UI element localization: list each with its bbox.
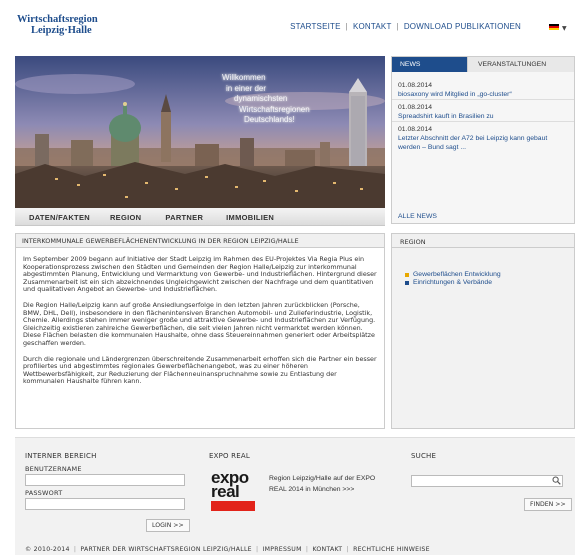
expo-real-logo[interactable]: expo real	[211, 469, 257, 517]
region-link-gewerbeflaechen[interactable]: Gewerbeflächen Entwicklung	[405, 271, 574, 279]
expo-heading: EXPO REAL	[209, 452, 250, 460]
news-tabs: NEWS VERANSTALTUNGEN	[392, 57, 574, 72]
hero-text-line: Wirtschaftsregionen	[239, 104, 310, 114]
hero-text-line: in einer der	[226, 83, 267, 93]
footer-bottom-bar: © 2010-2014 | PARTNER DER WIRTSCHAFTSREG…	[25, 546, 430, 553]
news-title[interactable]: Letzter Abschnitt der A72 bei Leipzig ka…	[398, 134, 568, 152]
site-logo[interactable]: Wirtschaftsregion Leipzig·Halle	[17, 14, 98, 36]
language-dropdown-caret-icon[interactable]: ▼	[562, 25, 567, 32]
tab-veranstaltungen[interactable]: VERANSTALTUNGEN	[467, 57, 574, 72]
bullet-square-icon	[405, 273, 409, 277]
news-date: 01.08.2014	[398, 82, 433, 89]
news-date: 01.08.2014	[398, 104, 433, 111]
all-news-link[interactable]: ALLE NEWS	[398, 213, 437, 220]
footer-link-partner[interactable]: PARTNER DER WIRTSCHAFTSREGION LEIPZIG/HA…	[80, 546, 251, 553]
article-paragraph: Im September 2009 begann auf Initiative …	[23, 255, 377, 294]
logo-line-1: Wirtschaftsregion	[17, 14, 98, 25]
nav-separator: |	[345, 22, 348, 31]
copyright-text: © 2010-2014	[25, 546, 70, 553]
news-item[interactable]: 01.08.2014 Spreadshirt kauft in Brasilie…	[392, 100, 574, 122]
footer-link-impressum[interactable]: IMPRESSUM	[263, 546, 302, 553]
login-heading: INTERNER BEREICH	[25, 452, 97, 460]
nav-partner[interactable]: PARTNER	[165, 208, 203, 225]
bullet-square-icon	[405, 281, 409, 285]
nav-download-publikationen[interactable]: DOWNLOAD PUBLIKATIONEN	[404, 22, 521, 31]
region-title: REGION	[392, 234, 574, 248]
article-paragraph: Durch die regionale und Ländergrenzen üb…	[23, 354, 377, 386]
footer-separator: |	[346, 546, 349, 553]
top-navigation: STARTSEITE | KONTAKT | DOWNLOAD PUBLIKAT…	[290, 22, 521, 31]
nav-immobilien[interactable]: IMMOBILIEN	[226, 208, 274, 225]
login-button[interactable]: LOGIN >>	[146, 519, 190, 532]
hero-text-line: Willkommen	[222, 73, 266, 82]
expo-logo-red-bar	[211, 501, 255, 511]
expo-logo-word: real	[211, 482, 240, 501]
footer: INTERNER BEREICH BENUTZERNAME PASSWORT L…	[15, 437, 575, 555]
news-title[interactable]: biosaxony wird Mitglied in „go-cluster“	[398, 90, 568, 99]
search-submit-button[interactable]: FINDEN >>	[524, 498, 572, 511]
news-title[interactable]: Spreadshirt kauft in Brasilien zu	[398, 112, 568, 121]
search-input[interactable]	[411, 475, 563, 487]
hero-banner: Willkommen in einer der dynamischsten Wi…	[15, 56, 385, 208]
nav-kontakt[interactable]: KONTAKT	[353, 22, 392, 31]
footer-link-kontakt[interactable]: KONTAKT	[312, 546, 342, 553]
password-label: PASSWORT	[25, 489, 63, 497]
footer-separator: |	[256, 546, 259, 553]
region-link-label[interactable]: Einrichtungen & Verbände	[413, 279, 492, 287]
de-flag-icon[interactable]	[549, 24, 559, 30]
search-icon[interactable]	[552, 476, 561, 485]
news-item[interactable]: 01.08.2014 Letzter Abschnitt der A72 bei…	[392, 122, 574, 152]
password-input[interactable]	[25, 498, 185, 510]
tab-news[interactable]: NEWS	[392, 57, 467, 72]
nav-region[interactable]: REGION	[110, 208, 141, 225]
footer-link-rechtliche-hinweise[interactable]: RECHTLICHE HINWEISE	[353, 546, 430, 553]
article-paragraph: Die Region Halle/Leipzig kann auf große …	[23, 300, 376, 347]
footer-separator: |	[73, 546, 77, 553]
nav-startseite[interactable]: STARTSEITE	[290, 22, 341, 31]
search-heading: SUCHE	[411, 452, 437, 460]
expo-teaser-link[interactable]: Region Leipzig/Halle auf der EXPO REAL 2…	[269, 473, 379, 495]
logo-line-2: Leipzig·Halle	[31, 25, 92, 37]
news-item[interactable]: 01.08.2014 biosaxony wird Mitglied in „g…	[392, 72, 574, 100]
username-label: BENUTZERNAME	[25, 465, 82, 473]
hero-welcome-text: Willkommen in einer der dynamischsten Wi…	[222, 73, 310, 126]
content-article: INTERKOMMUNALE GEWERBEFLÄCHENENTWICKLUNG…	[15, 233, 385, 429]
hero-city-image	[15, 56, 385, 208]
article-title: INTERKOMMUNALE GEWERBEFLÄCHENENTWICKLUNG…	[16, 234, 384, 248]
region-links: Gewerbeflächen Entwicklung Einrichtungen…	[405, 271, 574, 287]
nav-separator: |	[396, 22, 399, 31]
region-link-label[interactable]: Gewerbeflächen Entwicklung	[413, 271, 501, 279]
hero-text-line: dynamischsten	[234, 94, 288, 103]
region-panel: REGION Gewerbeflächen Entwicklung Einric…	[391, 233, 575, 429]
hero-text-line: Deutschlands!	[244, 115, 295, 124]
footer-separator: |	[305, 546, 309, 553]
nav-daten-fakten[interactable]: DATEN/FAKTEN	[29, 208, 90, 225]
main-navigation: DATEN/FAKTEN REGION PARTNER IMMOBILIEN	[15, 208, 385, 226]
region-link-einrichtungen[interactable]: Einrichtungen & Verbände	[405, 279, 574, 287]
news-date: 01.08.2014	[398, 126, 433, 133]
news-panel: NEWS VERANSTALTUNGEN 01.08.2014 biosaxon…	[391, 56, 575, 224]
username-input[interactable]	[25, 474, 185, 486]
